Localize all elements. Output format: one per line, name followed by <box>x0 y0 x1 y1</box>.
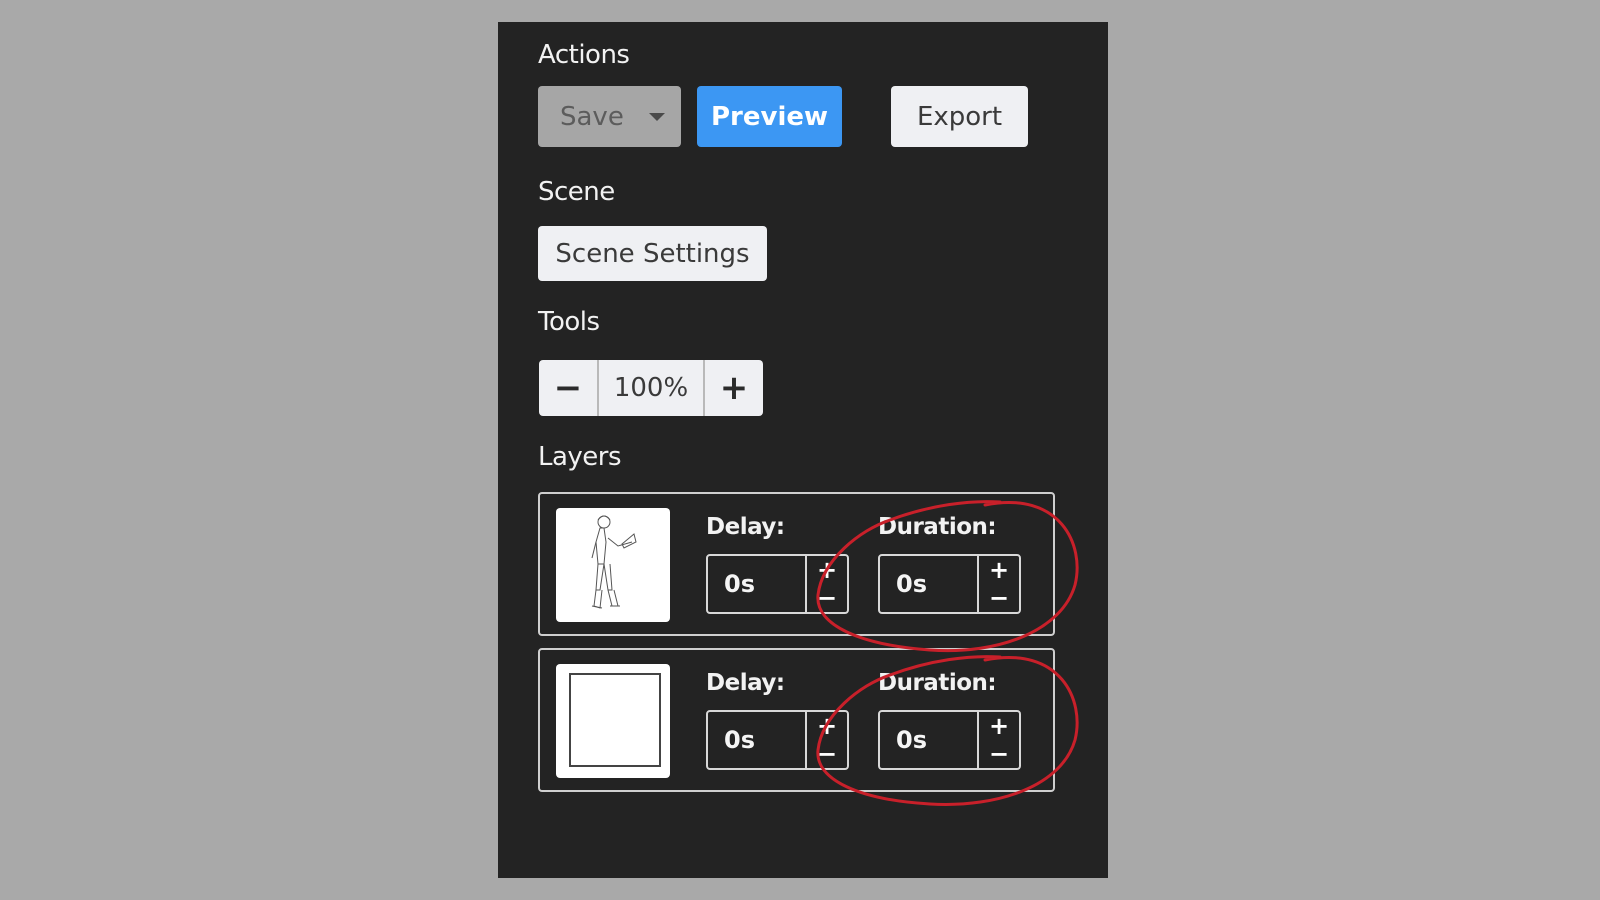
delay-decrement-button[interactable]: − <box>807 740 847 768</box>
side-panel: Actions Save Preview Export Scene Scene … <box>498 22 1108 878</box>
layer-thumbnail[interactable] <box>556 664 670 778</box>
layer-item[interactable]: Delay: 0s + − Duration: 0s + − <box>538 492 1055 636</box>
duration-input[interactable]: 0s <box>880 556 977 612</box>
duration-stepper: 0s + − <box>878 554 1021 614</box>
delay-increment-button[interactable]: + <box>807 556 847 584</box>
zoom-out-button[interactable]: − <box>539 360 597 416</box>
layers-heading: Layers <box>538 442 622 472</box>
duration-label: Duration: <box>878 514 997 540</box>
save-button[interactable]: Save <box>538 86 681 147</box>
delay-input[interactable]: 0s <box>708 556 805 612</box>
scene-settings-button[interactable]: Scene Settings <box>538 226 767 281</box>
duration-input[interactable]: 0s <box>880 712 977 768</box>
layer-thumbnail[interactable] <box>556 508 670 622</box>
duration-increment-button[interactable]: + <box>979 712 1019 740</box>
duration-label: Duration: <box>878 670 997 696</box>
duration-increment-button[interactable]: + <box>979 556 1019 584</box>
delay-increment-button[interactable]: + <box>807 712 847 740</box>
tools-heading: Tools <box>538 307 600 337</box>
duration-decrement-button[interactable]: − <box>979 740 1019 768</box>
delay-label: Delay: <box>706 514 785 540</box>
blank-frame-icon <box>569 673 661 767</box>
zoom-control: − 100% + <box>539 360 763 416</box>
export-button[interactable]: Export <box>891 86 1028 147</box>
zoom-in-button[interactable]: + <box>705 360 763 416</box>
delay-stepper: 0s + − <box>706 554 849 614</box>
delay-stepper: 0s + − <box>706 710 849 770</box>
scene-heading: Scene <box>538 177 615 207</box>
duration-decrement-button[interactable]: − <box>979 584 1019 612</box>
zoom-level: 100% <box>597 360 705 416</box>
layer-item[interactable]: Delay: 0s + − Duration: 0s + − <box>538 648 1055 792</box>
duration-stepper: 0s + − <box>878 710 1021 770</box>
chevron-down-icon[interactable] <box>649 113 665 121</box>
save-button-label: Save <box>560 101 624 132</box>
actions-heading: Actions <box>538 40 630 70</box>
person-with-laptop-sketch-icon <box>591 515 637 609</box>
delay-label: Delay: <box>706 670 785 696</box>
delay-decrement-button[interactable]: − <box>807 584 847 612</box>
delay-input[interactable]: 0s <box>708 712 805 768</box>
preview-button[interactable]: Preview <box>697 86 842 147</box>
